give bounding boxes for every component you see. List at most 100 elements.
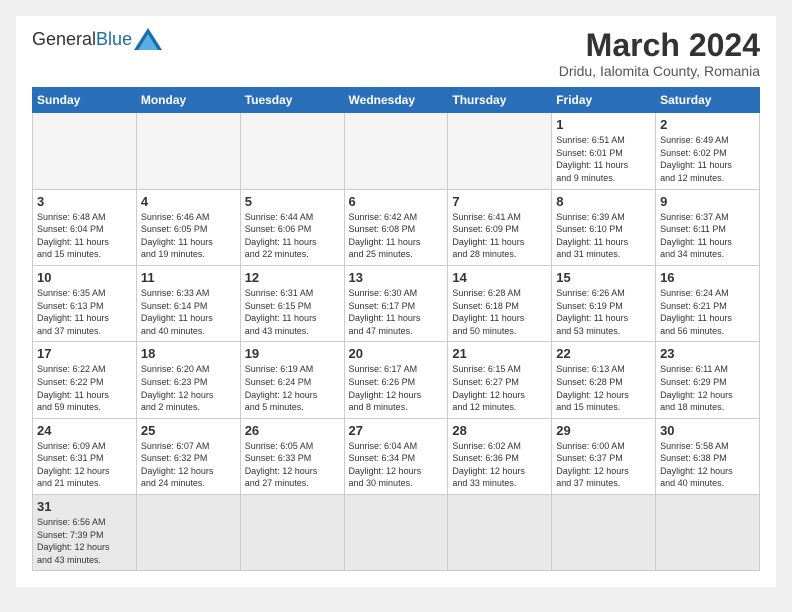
logo-text: GeneralBlue: [32, 30, 132, 48]
weekday-header-row: SundayMondayTuesdayWednesdayThursdayFrid…: [33, 88, 760, 113]
calendar-cell: 27 Sunrise: 6:04 AM Sunset: 6:34 PM Dayli…: [344, 418, 448, 494]
weekday-header-thursday: Thursday: [448, 88, 552, 113]
day-number: 24: [37, 423, 132, 438]
day-number: 21: [452, 346, 547, 361]
day-info: Sunrise: 6:49 AM Sunset: 6:02 PM Dayligh…: [660, 134, 755, 184]
calendar-cell: [344, 113, 448, 189]
calendar-cell: 5Sunrise: 6:44 AM Sunset: 6:06 PM Daylig…: [240, 189, 344, 265]
day-info: Sunrise: 6:46 AM Sunset: 6:05 PM Dayligh…: [141, 211, 236, 261]
month-title: March 2024: [559, 28, 760, 63]
day-number: 19: [245, 346, 340, 361]
day-info: Sunrise: 6:51 AM Sunset: 6:01 PM Dayligh…: [556, 134, 651, 184]
day-number: 15: [556, 270, 651, 285]
calendar-cell: [344, 495, 448, 571]
calendar-week-3: 10Sunrise: 6:35 AM Sunset: 6:13 PM Dayli…: [33, 265, 760, 341]
location-subtitle: Dridu, Ialomita County, Romania: [559, 63, 760, 79]
calendar-week-4: 17 Sunrise: 6:22 AM Sunset: 6:22 PM Dayli…: [33, 342, 760, 418]
calendar-cell: 21 Sunrise: 6:15 AM Sunset: 6:27 PM Dayli…: [448, 342, 552, 418]
calendar-week-6: 31Sunrise: 6:56 AM Sunset: 7:39 PM Dayli…: [33, 495, 760, 571]
day-number: 27: [349, 423, 444, 438]
day-info: Sunrise: 6:48 AM Sunset: 6:04 PM Dayligh…: [37, 211, 132, 261]
day-number: 6: [349, 194, 444, 209]
calendar-cell: 24 Sunrise: 6:09 AM Sunset: 6:31 PM Dayli…: [33, 418, 137, 494]
weekday-header-monday: Monday: [136, 88, 240, 113]
day-info: Sunrise: 6:09 AM Sunset: 6:31 PM Dayligh…: [37, 440, 132, 490]
calendar-week-1: 1Sunrise: 6:51 AM Sunset: 6:01 PM Daylig…: [33, 113, 760, 189]
day-number: 28: [452, 423, 547, 438]
calendar-cell: 13 Sunrise: 6:30 AM Sunset: 6:17 PM Dayli…: [344, 265, 448, 341]
calendar-week-2: 3 Sunrise: 6:48 AM Sunset: 6:04 PM Daylig…: [33, 189, 760, 265]
day-info: Sunrise: 6:02 AM Sunset: 6:36 PM Dayligh…: [452, 440, 547, 490]
day-number: 13: [349, 270, 444, 285]
day-number: 3: [37, 194, 132, 209]
calendar-cell: 17 Sunrise: 6:22 AM Sunset: 6:22 PM Dayli…: [33, 342, 137, 418]
calendar-cell: [552, 495, 656, 571]
day-number: 22: [556, 346, 651, 361]
calendar-cell: [240, 113, 344, 189]
calendar-cell: 10Sunrise: 6:35 AM Sunset: 6:13 PM Dayli…: [33, 265, 137, 341]
day-number: 23: [660, 346, 755, 361]
calendar-week-5: 24 Sunrise: 6:09 AM Sunset: 6:31 PM Dayli…: [33, 418, 760, 494]
calendar-cell: 1Sunrise: 6:51 AM Sunset: 6:01 PM Daylig…: [552, 113, 656, 189]
weekday-header-wednesday: Wednesday: [344, 88, 448, 113]
calendar-cell: 3 Sunrise: 6:48 AM Sunset: 6:04 PM Daylig…: [33, 189, 137, 265]
day-number: 16: [660, 270, 755, 285]
day-info: Sunrise: 6:19 AM Sunset: 6:24 PM Dayligh…: [245, 363, 340, 413]
day-info: Sunrise: 6:15 AM Sunset: 6:27 PM Dayligh…: [452, 363, 547, 413]
calendar-cell: 6 Sunrise: 6:42 AM Sunset: 6:08 PM Daylig…: [344, 189, 448, 265]
day-info: Sunrise: 6:39 AM Sunset: 6:10 PM Dayligh…: [556, 211, 651, 261]
calendar-cell: [448, 113, 552, 189]
day-info: Sunrise: 6:04 AM Sunset: 6:34 PM Dayligh…: [349, 440, 444, 490]
calendar-cell: 15Sunrise: 6:26 AM Sunset: 6:19 PM Dayli…: [552, 265, 656, 341]
day-info: Sunrise: 6:20 AM Sunset: 6:23 PM Dayligh…: [141, 363, 236, 413]
day-number: 30: [660, 423, 755, 438]
title-block: March 2024 Dridu, Ialomita County, Roman…: [559, 28, 760, 79]
calendar-cell: 4Sunrise: 6:46 AM Sunset: 6:05 PM Daylig…: [136, 189, 240, 265]
calendar-cell: [33, 113, 137, 189]
calendar-cell: 2 Sunrise: 6:49 AM Sunset: 6:02 PM Daylig…: [656, 113, 760, 189]
calendar-cell: 9 Sunrise: 6:37 AM Sunset: 6:11 PM Daylig…: [656, 189, 760, 265]
day-info: Sunrise: 6:33 AM Sunset: 6:14 PM Dayligh…: [141, 287, 236, 337]
calendar-cell: 23 Sunrise: 6:11 AM Sunset: 6:29 PM Dayli…: [656, 342, 760, 418]
calendar-cell: [240, 495, 344, 571]
day-number: 8: [556, 194, 651, 209]
weekday-header-sunday: Sunday: [33, 88, 137, 113]
day-info: Sunrise: 6:56 AM Sunset: 7:39 PM Dayligh…: [37, 516, 132, 566]
day-number: 14: [452, 270, 547, 285]
calendar-cell: 26Sunrise: 6:05 AM Sunset: 6:33 PM Dayli…: [240, 418, 344, 494]
day-info: Sunrise: 6:31 AM Sunset: 6:15 PM Dayligh…: [245, 287, 340, 337]
day-number: 18: [141, 346, 236, 361]
calendar-cell: [136, 495, 240, 571]
day-number: 20: [349, 346, 444, 361]
weekday-header-friday: Friday: [552, 88, 656, 113]
calendar-cell: 22Sunrise: 6:13 AM Sunset: 6:28 PM Dayli…: [552, 342, 656, 418]
day-info: Sunrise: 6:05 AM Sunset: 6:33 PM Dayligh…: [245, 440, 340, 490]
day-info: Sunrise: 5:58 AM Sunset: 6:38 PM Dayligh…: [660, 440, 755, 490]
day-info: Sunrise: 6:17 AM Sunset: 6:26 PM Dayligh…: [349, 363, 444, 413]
day-number: 10: [37, 270, 132, 285]
day-number: 17: [37, 346, 132, 361]
calendar-page: GeneralBlue March 2024 Dridu, Ialomita C…: [16, 16, 776, 587]
day-info: Sunrise: 6:30 AM Sunset: 6:17 PM Dayligh…: [349, 287, 444, 337]
calendar-cell: 7Sunrise: 6:41 AM Sunset: 6:09 PM Daylig…: [448, 189, 552, 265]
day-info: Sunrise: 6:37 AM Sunset: 6:11 PM Dayligh…: [660, 211, 755, 261]
day-number: 9: [660, 194, 755, 209]
calendar-cell: 16Sunrise: 6:24 AM Sunset: 6:21 PM Dayli…: [656, 265, 760, 341]
calendar-cell: [448, 495, 552, 571]
calendar-cell: 8 Sunrise: 6:39 AM Sunset: 6:10 PM Daylig…: [552, 189, 656, 265]
calendar-cell: 29 Sunrise: 6:00 AM Sunset: 6:37 PM Dayli…: [552, 418, 656, 494]
calendar-cell: 18 Sunrise: 6:20 AM Sunset: 6:23 PM Dayli…: [136, 342, 240, 418]
day-number: 7: [452, 194, 547, 209]
day-number: 12: [245, 270, 340, 285]
day-info: Sunrise: 6:11 AM Sunset: 6:29 PM Dayligh…: [660, 363, 755, 413]
day-info: Sunrise: 6:44 AM Sunset: 6:06 PM Dayligh…: [245, 211, 340, 261]
day-info: Sunrise: 6:22 AM Sunset: 6:22 PM Dayligh…: [37, 363, 132, 413]
calendar-table: SundayMondayTuesdayWednesdayThursdayFrid…: [32, 87, 760, 571]
logo: GeneralBlue: [32, 28, 162, 50]
day-number: 25: [141, 423, 236, 438]
day-info: Sunrise: 6:42 AM Sunset: 6:08 PM Dayligh…: [349, 211, 444, 261]
day-number: 29: [556, 423, 651, 438]
day-number: 2: [660, 117, 755, 132]
day-number: 11: [141, 270, 236, 285]
day-info: Sunrise: 6:00 AM Sunset: 6:37 PM Dayligh…: [556, 440, 651, 490]
